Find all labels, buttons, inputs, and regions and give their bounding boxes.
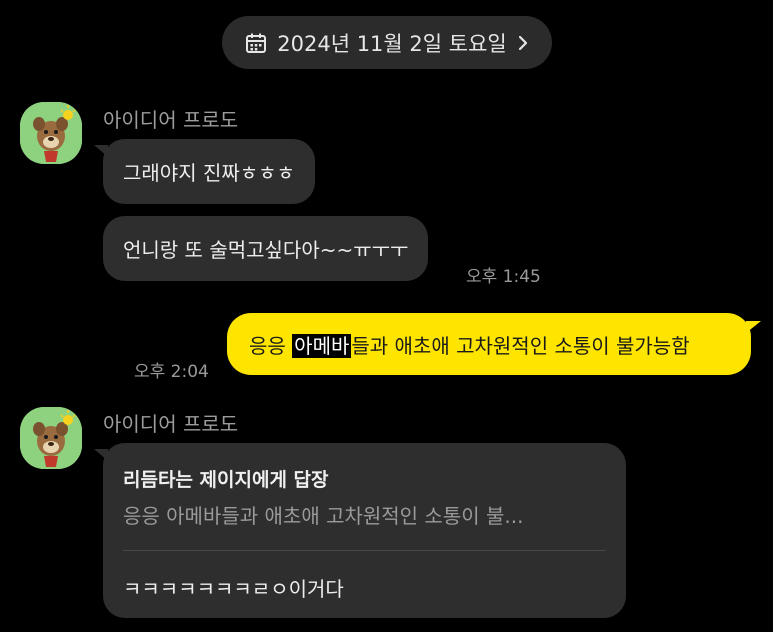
- reply-title: 리듬타는 제이지에게 답장: [123, 469, 329, 491]
- message-text: 언니랑 또 술먹고싶다아~~ㅠㅜㅜ: [123, 238, 409, 262]
- highlighted-search-term: 아메바: [292, 333, 352, 358]
- my-message-bubble[interactable]: 응응 아메바 들과 애초애 고차원적인 소통이 불가능함: [227, 313, 761, 375]
- reply-divider: [123, 550, 606, 551]
- avatar[interactable]: [20, 407, 82, 469]
- reply-message-bubble[interactable]: 리듬타는 제이지에게 답장 응응 아메바들과 애초애 고차원적인 소통이 불..…: [94, 443, 626, 618]
- message-time: 오후 2:04: [134, 362, 209, 382]
- chevron-right-icon: [517, 34, 529, 52]
- message-bubble[interactable]: 언니랑 또 술먹고싶다아~~ㅠㅜㅜ: [103, 216, 429, 281]
- message-text: 응응 아메바 들과 애초애 고차원적인 소통이 불가능함: [249, 330, 690, 359]
- date-divider-button[interactable]: 2024년 11월 2일 토요일: [222, 16, 552, 69]
- message-text-part: 응응: [249, 333, 293, 358]
- calendar-icon: [245, 32, 267, 54]
- sender-name: 아이디어 프로도: [103, 108, 239, 132]
- message-text: ㅋㅋㅋㅋㅋㅋㅋㄹㅇ이거다: [123, 577, 344, 601]
- message-text-part: 들과 애초애 고차원적인 소통이 불가능함: [351, 333, 690, 358]
- message-bubble[interactable]: 그래야지 진짜ㅎㅎㅎ: [94, 139, 315, 204]
- avatar[interactable]: [20, 102, 82, 164]
- message-time: 오후 1:45: [466, 267, 541, 287]
- date-label: 2024년 11월 2일 토요일: [277, 31, 507, 56]
- frodo-character-icon: [20, 407, 82, 469]
- frodo-character-icon: [20, 102, 82, 164]
- sender-name: 아이디어 프로도: [103, 412, 239, 436]
- reply-quoted-message[interactable]: 응응 아메바들과 애초애 고차원적인 소통이 불...: [123, 500, 606, 529]
- message-text: 그래야지 진짜ㅎㅎㅎ: [123, 161, 295, 185]
